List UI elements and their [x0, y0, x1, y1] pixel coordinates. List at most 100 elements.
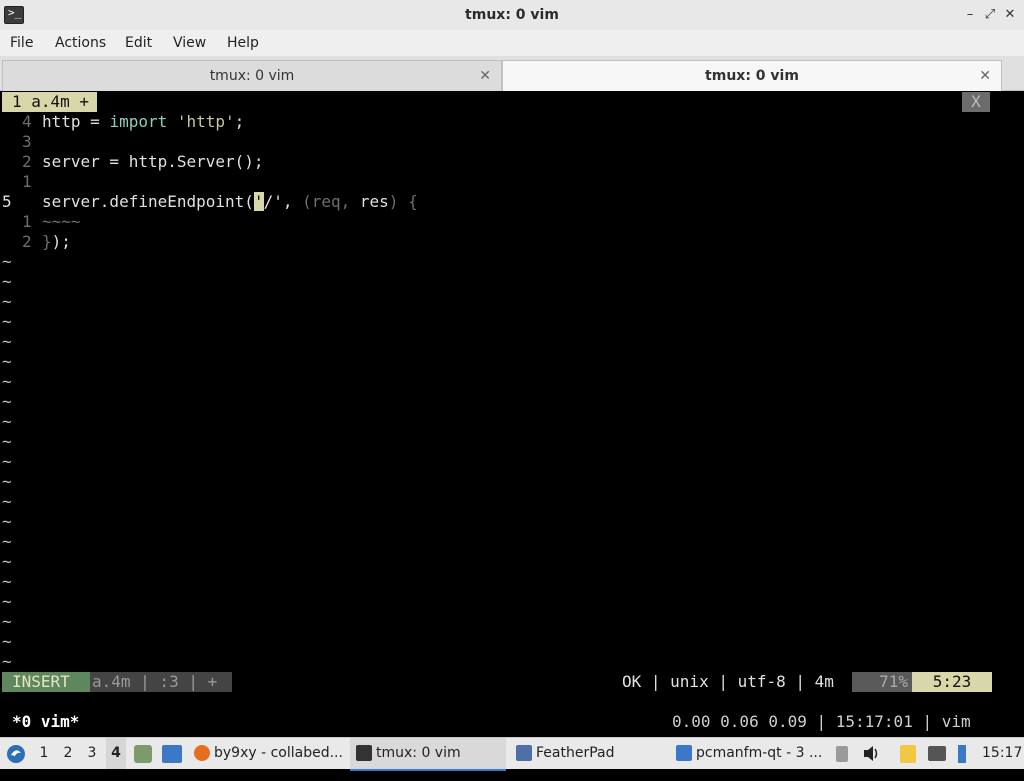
task-featherpad-label: FeatherPad	[536, 745, 615, 761]
empty-line-tilde: ~	[2, 472, 12, 491]
code-token: server = http.Server();	[42, 152, 264, 171]
line-number: 3	[22, 132, 32, 151]
empty-line-tilde: ~	[2, 592, 12, 611]
terminal-icon	[356, 745, 372, 761]
maximize-button[interactable]: ⤢	[982, 6, 998, 24]
empty-line-tilde: ~	[2, 392, 12, 411]
tab-2-close-icon[interactable]: ✕	[979, 61, 991, 91]
vim-tabline-close[interactable]: X	[962, 92, 990, 112]
menu-view[interactable]: View	[173, 30, 206, 56]
tab-2-label: tmux: 0 vim	[705, 68, 799, 84]
menu-bar: File Actions Edit View Help	[0, 30, 1024, 56]
notes-tray-icon[interactable]	[900, 745, 916, 763]
tab-2[interactable]: tmux: 0 vim ✕	[502, 60, 1002, 91]
task-firefox-label: by9xy - collabed...	[214, 745, 343, 761]
close-window-button[interactable]: ✕	[1002, 6, 1018, 24]
empty-line-tilde: ~	[2, 512, 12, 531]
code-token: server.defineEndpoint(	[42, 192, 254, 211]
empty-line-tilde: ~	[2, 492, 12, 511]
display-tray-icon[interactable]	[928, 746, 946, 761]
code-token: );	[51, 232, 71, 251]
tmux-load-clock: 0.00 0.06 0.09 | 15:17:01 | vim	[672, 712, 971, 731]
vim-tabline-label[interactable]: 1 a.4m +	[2, 92, 98, 112]
file-manager-launcher-icon[interactable]	[134, 745, 152, 763]
workspace-2[interactable]: 2	[60, 738, 76, 769]
empty-line-tilde: ~	[2, 652, 12, 671]
menu-file[interactable]: File	[10, 30, 33, 56]
code-token: import	[109, 112, 168, 131]
tab-1-close-icon[interactable]: ✕	[479, 61, 491, 91]
network-tray-icon[interactable]	[958, 745, 966, 763]
volume-icon[interactable]	[862, 738, 880, 769]
vim-scroll-percent: 71%	[852, 672, 912, 692]
tmux-status-bar: *0 vim* 0.00 0.06 0.09 | 15:17:01 | vim	[2, 712, 1022, 732]
task-featherpad[interactable]: FeatherPad	[516, 738, 666, 769]
code-token: http =	[42, 112, 110, 131]
tab-1[interactable]: tmux: 0 vim ✕	[2, 60, 502, 91]
vim-cursor-position: 5:23	[912, 672, 992, 692]
line-number: 4	[22, 112, 32, 131]
folder-icon	[676, 745, 692, 761]
empty-line-tilde: ~	[2, 372, 12, 391]
task-pcmanfm-label: pcmanfm-qt - 3 ...	[696, 745, 823, 761]
code-token: ) {	[388, 192, 418, 211]
empty-line-tilde: ~	[2, 452, 12, 471]
task-pcmanfm[interactable]: pcmanfm-qt - 3 ...	[676, 738, 826, 769]
workspace-4[interactable]: 4	[106, 738, 126, 769]
clipboard-tray-icon[interactable]	[836, 746, 848, 762]
vim-file-format: OK | unix | utf-8 | 4m	[622, 672, 834, 691]
firefox-icon	[194, 745, 210, 761]
empty-line-tilde: ~	[2, 332, 12, 351]
empty-line-tilde: ~	[2, 412, 12, 431]
empty-line-tilde: ~	[2, 632, 12, 651]
task-firefox[interactable]: by9xy - collabed...	[194, 738, 344, 769]
tab-bar: tmux: 0 vim ✕ tmux: 0 vim ✕	[0, 56, 1024, 91]
empty-line-tilde: ~	[2, 432, 12, 451]
empty-line-tilde: ~	[2, 552, 12, 571]
empty-line-tilde: ~	[2, 352, 12, 371]
task-terminal-label: tmux: 0 vim	[376, 745, 461, 761]
code-line[interactable]: });	[42, 232, 71, 252]
code-token: }	[42, 232, 52, 251]
code-line[interactable]: ~~~~	[42, 212, 81, 232]
workspace-1[interactable]: 1	[36, 738, 52, 769]
workspace-3[interactable]: 3	[84, 738, 100, 769]
empty-line-tilde: ~	[2, 612, 12, 631]
code-line[interactable]: server.defineEndpoint('/', (req, res) {	[42, 192, 418, 212]
line-number: 1	[22, 172, 32, 191]
empty-line-tilde: ~	[2, 572, 12, 591]
line-number: 5	[2, 192, 12, 211]
clock[interactable]: 15:17	[982, 738, 1022, 769]
terminal-area[interactable]: 1 a.4m + X 4 http = import 'http'; 3 2 serve…	[2, 92, 1022, 736]
menu-actions[interactable]: Actions	[55, 30, 106, 56]
task-terminal[interactable]: tmux: 0 vim	[350, 738, 506, 771]
line-number: 2	[22, 152, 32, 171]
empty-line-tilde: ~	[2, 312, 12, 331]
code-token: (req,	[302, 192, 360, 211]
text-cursor: '	[253, 192, 264, 211]
window-title: tmux: 0 vim	[465, 7, 559, 23]
line-number: 2	[22, 232, 32, 251]
code-line[interactable]: http = import 'http';	[42, 112, 244, 132]
code-token: res	[359, 192, 389, 211]
vim-file-info: a.4m | :3 | +	[90, 672, 232, 692]
line-number: 1	[22, 212, 32, 231]
vim-status-line: INSERT a.4m | :3 | + OK | unix | utf-8 |…	[2, 672, 1022, 692]
empty-line-tilde: ~	[2, 252, 12, 271]
empty-line-tilde: ~	[2, 532, 12, 551]
taskbar: 1 2 3 4 by9xy - collabed... tmux: 0 vim …	[0, 737, 1024, 771]
vim-mode: INSERT	[2, 672, 90, 692]
empty-line-tilde: ~	[2, 292, 12, 311]
menu-edit[interactable]: Edit	[125, 30, 152, 56]
code-token: ~~~~	[42, 212, 81, 231]
code-token: 'http'	[167, 112, 235, 131]
code-token: /',	[263, 192, 303, 211]
menu-help[interactable]: Help	[227, 30, 259, 56]
minimize-button[interactable]: –	[962, 6, 978, 24]
empty-line-tilde: ~	[2, 272, 12, 291]
tmux-window-list[interactable]: *0 vim*	[12, 712, 79, 732]
start-menu-icon[interactable]	[6, 744, 26, 764]
desktop-launcher-icon[interactable]	[162, 745, 182, 763]
code-line[interactable]: server = http.Server();	[42, 152, 264, 172]
title-bar: >_ tmux: 0 vim – ⤢ ✕	[0, 0, 1024, 31]
